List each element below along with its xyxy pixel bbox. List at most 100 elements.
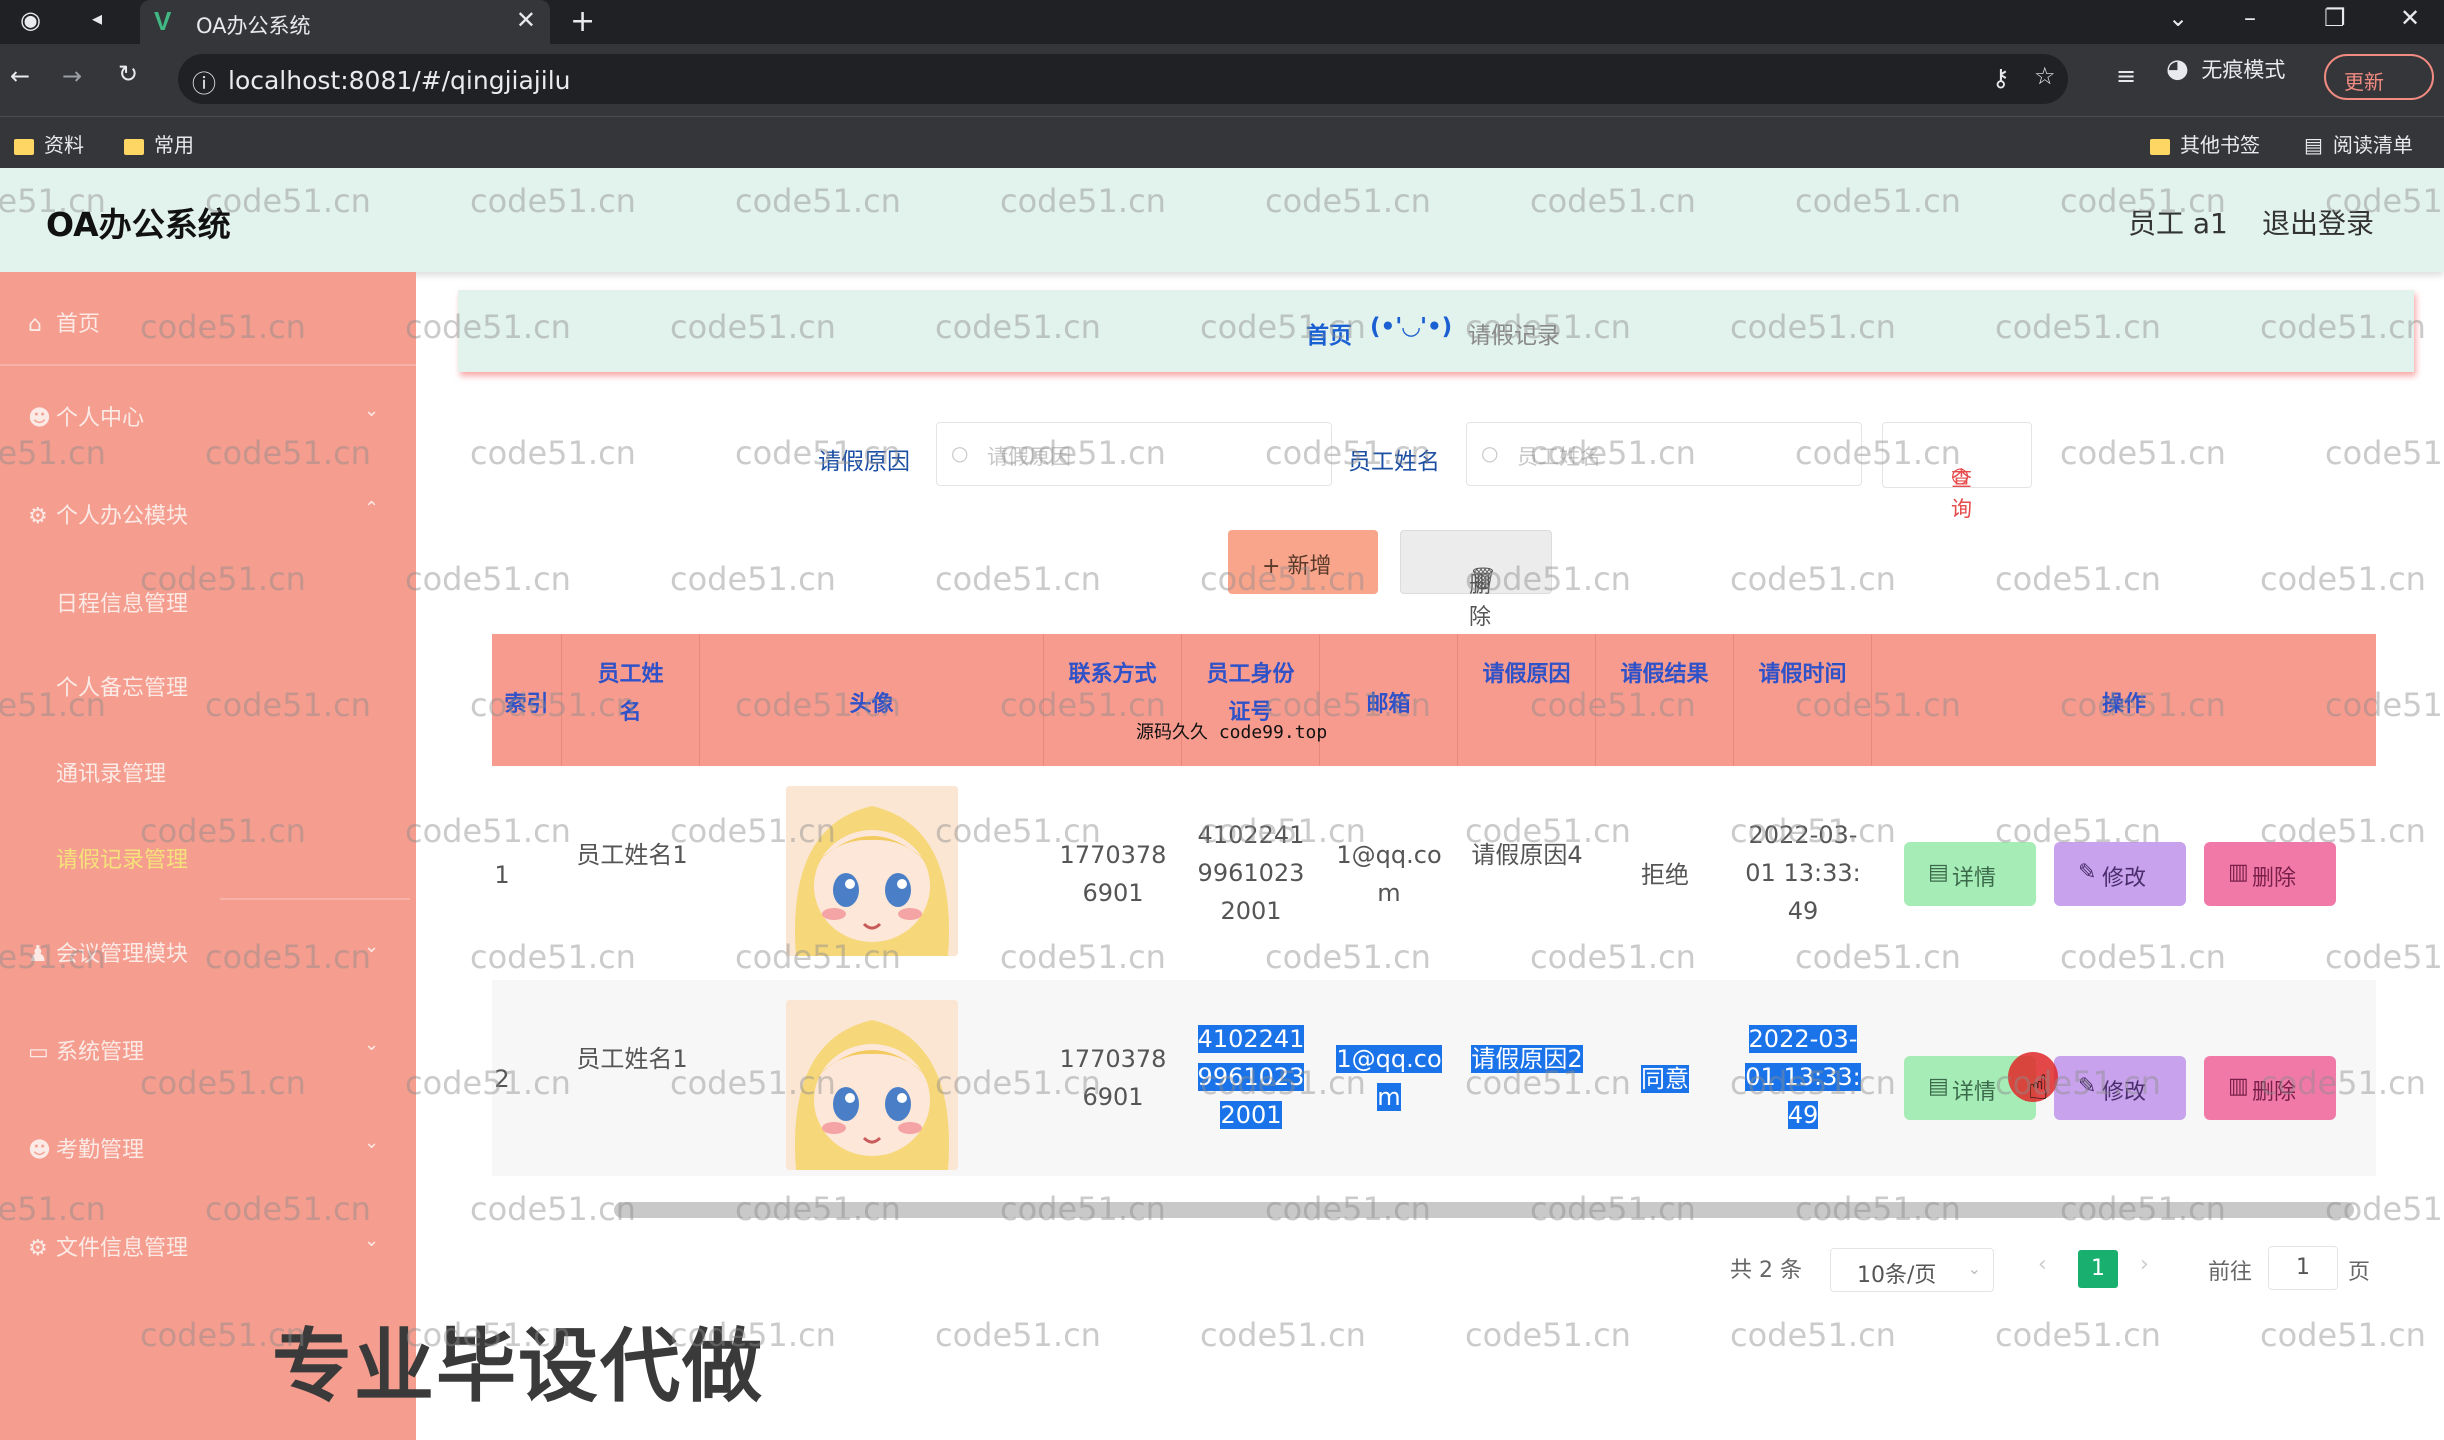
reading-list[interactable]: ▤ 阅读清单 bbox=[2304, 129, 2413, 158]
delete-row-button[interactable]: ▥ 删除 bbox=[2204, 1056, 2336, 1120]
search-icon: ○ bbox=[951, 441, 969, 465]
sidebar-item-attendance[interactable]: ☻ 考勤管理 bbox=[28, 1132, 144, 1164]
name-input[interactable]: ○ 员工姓名 bbox=[1466, 422, 1862, 486]
restore-icon[interactable]: ❐ bbox=[2324, 4, 2346, 32]
cell-name: 员工姓名1 bbox=[576, 1045, 688, 1073]
hand-cursor-icon: ☝ bbox=[2028, 1068, 2049, 1108]
trash-icon: ▥ bbox=[2228, 1074, 2249, 1099]
edit-button[interactable]: ✎ 修改 bbox=[2054, 842, 2186, 906]
forward-icon[interactable]: → bbox=[62, 62, 82, 90]
watermark-text: code51.cn bbox=[1995, 560, 2161, 598]
bookmark-folder-changyong[interactable]: 常用 bbox=[124, 129, 194, 158]
other-bookmarks-label: 其他书签 bbox=[2180, 133, 2260, 157]
goto-label: 前往 bbox=[2208, 1260, 2253, 1285]
sidebar-item-label: 文件信息管理 bbox=[56, 1236, 189, 1261]
col-avatar[interactable]: 头像 bbox=[700, 634, 1044, 766]
col-actions: 操作 bbox=[2101, 692, 2146, 717]
detail-button[interactable]: ▤ 详情 bbox=[1904, 842, 2036, 906]
reading-mode-icon[interactable]: ≡ bbox=[2116, 62, 2136, 90]
new-tab-icon[interactable]: + bbox=[570, 4, 595, 39]
key-icon[interactable]: ⚷ bbox=[1992, 64, 2010, 92]
query-button[interactable]: 查询 ○ bbox=[1882, 422, 2032, 521]
prev-page-icon[interactable]: ‹ bbox=[2038, 1252, 2047, 1277]
chevron-down-icon: ⌄ bbox=[364, 936, 380, 957]
col-phone[interactable]: 联系方式 bbox=[1044, 634, 1182, 766]
col-reason[interactable]: 请假原因 bbox=[1458, 634, 1596, 766]
watermark-text: code51.cn bbox=[1730, 1316, 1896, 1354]
pencil-icon: ✎ bbox=[2078, 860, 2097, 885]
browser-app-icon[interactable]: ◉ bbox=[20, 6, 41, 34]
close-window-icon[interactable]: ✕ bbox=[2400, 4, 2420, 32]
sidebar-sub-contacts[interactable]: 通讯录管理 bbox=[56, 756, 166, 788]
sidebar-item-personal-center[interactable]: ☻ 个人中心 bbox=[28, 400, 144, 432]
sidebar-sub-memo[interactable]: 个人备忘管理 bbox=[56, 670, 188, 702]
horizontal-scrollbar[interactable] bbox=[614, 1202, 2354, 1218]
settings-icon: ⚙ bbox=[28, 504, 48, 529]
sidebar-item-system[interactable]: ▭ 系统管理 bbox=[28, 1034, 144, 1066]
edit-button[interactable]: ✎ 修改 bbox=[2054, 1056, 2186, 1120]
bookmark-folder-ziliao[interactable]: 资料 bbox=[14, 129, 84, 158]
page-size-select[interactable]: 10条/页 ⌄ bbox=[1830, 1248, 1994, 1292]
sidebar-item-label: 系统管理 bbox=[56, 1040, 145, 1065]
watermark-text: code51.cn bbox=[2060, 434, 2226, 472]
address-bar-row: ← → ↻ ⓘ localhost:8081/#/qingjiajilu ⚷ ☆… bbox=[0, 44, 2444, 116]
sidebar-item-files[interactable]: ⚙ 文件信息管理 bbox=[28, 1230, 188, 1262]
sidebar-sub-schedule[interactable]: 日程信息管理 bbox=[56, 586, 188, 618]
minimize-icon[interactable]: – bbox=[2244, 4, 2256, 32]
sidebar-item-personal-office[interactable]: ⚙ 个人办公模块 bbox=[28, 498, 188, 530]
col-idcard[interactable]: 员工身份证号 bbox=[1182, 634, 1320, 766]
reason-input[interactable]: ○ 请假原因 bbox=[936, 422, 1332, 486]
cell-email: 1@qq.com bbox=[1336, 841, 1442, 907]
col-result[interactable]: 请假结果 bbox=[1596, 634, 1734, 766]
reload-icon[interactable]: ↻ bbox=[118, 60, 138, 88]
delete-label: 删除 bbox=[2252, 1080, 2297, 1105]
promo-overlay-text: 专业毕设代做 bbox=[272, 1320, 764, 1413]
page-number-current[interactable]: 1 bbox=[2078, 1250, 2118, 1288]
watermark-text: code51.cn bbox=[2325, 434, 2444, 472]
mute-icon[interactable]: ◂ bbox=[92, 6, 102, 30]
app-header: OA办公系统 员工 a1 退出登录 bbox=[0, 168, 2444, 272]
table-row[interactable]: 1 员工姓名1 17703786901 410224199610232001 1… bbox=[492, 766, 2376, 980]
col-time[interactable]: 请假时间 bbox=[1734, 634, 1872, 766]
update-button[interactable]: 更新 bbox=[2324, 54, 2434, 100]
tab-search-icon[interactable]: ⌄ bbox=[2168, 4, 2188, 32]
incognito-indicator[interactable]: ◕ 无痕模式 bbox=[2166, 54, 2285, 84]
cell-idcard: 410224199610232001 bbox=[1197, 1025, 1305, 1129]
sidebar-item-label: 个人中心 bbox=[56, 406, 145, 431]
delete-row-button[interactable]: ▥ 删除 bbox=[2204, 842, 2336, 906]
site-info-icon[interactable]: ⓘ bbox=[192, 64, 216, 99]
bookmark-star-icon[interactable]: ☆ bbox=[2034, 62, 2056, 90]
sidebar-item-meeting[interactable]: ♟ 会议管理模块 bbox=[28, 936, 188, 968]
cell-name: 员工姓名1 bbox=[576, 841, 688, 869]
browser-tab[interactable]: V OA办公系统 ✕ bbox=[140, 0, 550, 44]
table-row[interactable]: 2 员工姓名1 17703786901 410224199610232001 1… bbox=[492, 980, 2376, 1176]
sidebar-item-home[interactable]: ⌂ 首页 bbox=[28, 306, 100, 338]
sidebar-item-label: 考勤管理 bbox=[56, 1138, 145, 1163]
reading-list-label: 阅读清单 bbox=[2332, 133, 2413, 157]
watermark-text: code51.cn bbox=[470, 434, 636, 472]
breadcrumb-home[interactable]: 首页 bbox=[1306, 316, 1352, 350]
next-page-icon[interactable]: › bbox=[2140, 1252, 2149, 1277]
avatar bbox=[786, 786, 958, 956]
goto-page-input[interactable]: 1 bbox=[2268, 1246, 2338, 1290]
close-tab-icon[interactable]: ✕ bbox=[516, 6, 536, 34]
sidebar-sub-leave-records[interactable]: 请假记录管理 bbox=[56, 842, 188, 874]
col-index[interactable]: 索引 bbox=[492, 634, 562, 766]
add-button[interactable]: + 新增 bbox=[1228, 530, 1378, 594]
reason-placeholder: 请假原因 bbox=[987, 445, 1071, 469]
url-field[interactable]: ⓘ localhost:8081/#/qingjiajilu ⚷ ☆ bbox=[178, 54, 2068, 104]
col-email[interactable]: 邮箱 bbox=[1320, 634, 1458, 766]
batch-delete-button[interactable]: 🗑 删除 bbox=[1400, 530, 1552, 630]
chevron-down-icon: ⌄ bbox=[364, 1230, 380, 1251]
bookmarks-bar: 资料 常用 其他书签 ▤ 阅读清单 bbox=[0, 116, 2444, 169]
logout-link[interactable]: 退出登录 bbox=[2262, 202, 2374, 242]
back-icon[interactable]: ← bbox=[10, 62, 30, 90]
other-bookmarks[interactable]: 其他书签 bbox=[2150, 129, 2260, 158]
watermark-text: code51.cn bbox=[2260, 1316, 2426, 1354]
watermark-text: code51.cn bbox=[670, 560, 836, 598]
search-icon: ○ bbox=[1951, 463, 1970, 487]
col-name[interactable]: 员工姓名 bbox=[562, 634, 700, 766]
breadcrumb-current: 请假记录 bbox=[1468, 323, 1560, 349]
cell-reason: 请假原因4 bbox=[1471, 841, 1583, 869]
folder-icon bbox=[124, 138, 144, 155]
